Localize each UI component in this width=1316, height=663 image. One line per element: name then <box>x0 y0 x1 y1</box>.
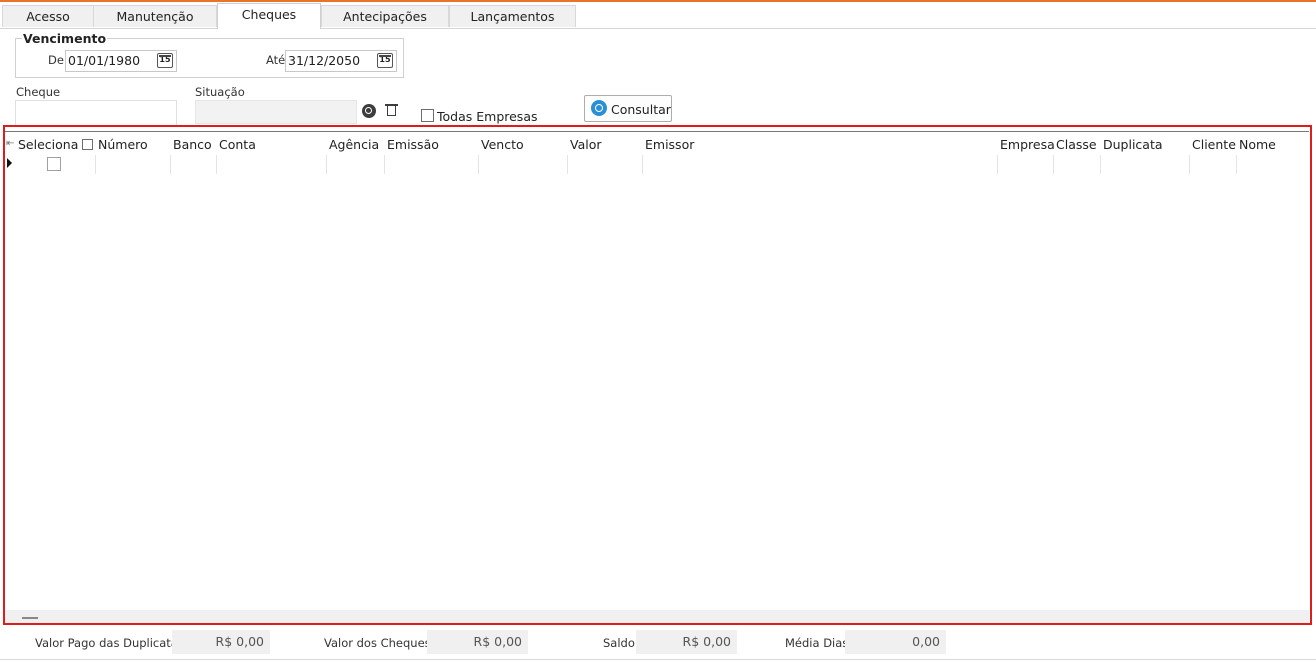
col-agencia[interactable]: Agência <box>329 137 379 152</box>
col-seleciona[interactable]: Seleciona <box>18 137 78 152</box>
de-label: De <box>48 53 64 67</box>
cell-separator <box>216 155 217 174</box>
todas-empresas-label: Todas Empresas <box>437 109 538 124</box>
col-numero[interactable]: Número <box>98 137 148 152</box>
select-all-checkbox[interactable] <box>82 139 93 150</box>
col-valor[interactable]: Valor <box>570 137 602 152</box>
row-select-checkbox[interactable] <box>47 157 61 171</box>
col-conta[interactable]: Conta <box>219 137 256 152</box>
trash-icon-body <box>387 106 396 116</box>
ate-date-field[interactable]: 31/12/2050 15 <box>285 50 397 72</box>
media-dias-value: 0,00 <box>845 630 946 654</box>
situacao-input[interactable] <box>195 100 357 124</box>
search-icon[interactable] <box>362 104 376 118</box>
cell-separator <box>1053 155 1054 174</box>
situacao-label: Situação <box>195 85 245 99</box>
saldo-label: Saldo <box>603 636 635 650</box>
calendar-icon[interactable]: 15 <box>157 53 173 68</box>
cheque-label: Cheque <box>16 85 61 99</box>
col-nome[interactable]: Nome <box>1239 137 1276 152</box>
scrollbar-thumb[interactable] <box>22 617 38 619</box>
calendar-icon[interactable]: 15 <box>377 53 393 68</box>
current-row-indicator <box>7 158 12 168</box>
tab-cheques[interactable]: Cheques <box>217 3 321 29</box>
cell-separator <box>1100 155 1101 174</box>
valor-cheques-value: R$ 0,00 <box>427 630 528 654</box>
de-date-field[interactable]: 01/01/1980 15 <box>65 50 177 72</box>
col-empresa[interactable]: Empresa <box>1000 137 1055 152</box>
resize-handle-icon[interactable]: ⇤ <box>6 138 14 149</box>
grid-top-divider <box>5 131 1309 132</box>
cell-separator <box>326 155 327 174</box>
cell-separator <box>478 155 479 174</box>
ate-date-value: 31/12/2050 <box>288 53 361 68</box>
vencimento-title: Vencimento <box>22 31 108 46</box>
bottom-divider <box>0 659 1316 660</box>
cell-separator <box>170 155 171 174</box>
tab-lancamentos[interactable]: Lançamentos <box>449 5 576 27</box>
media-dias-label: Média Dias <box>785 636 849 650</box>
cell-separator <box>567 155 568 174</box>
trash-icon[interactable] <box>385 103 399 117</box>
tab-manutencao[interactable]: Manutenção <box>93 5 217 27</box>
col-duplicata[interactable]: Duplicata <box>1103 137 1163 152</box>
consultar-label: Consultar <box>611 102 671 117</box>
cell-separator <box>642 155 643 174</box>
col-emissor[interactable]: Emissor <box>645 137 694 152</box>
valor-pago-value: R$ 0,00 <box>172 630 270 654</box>
valor-pago-label: Valor Pago das Duplicatas <box>35 636 184 650</box>
valor-cheques-label: Valor dos Cheques <box>324 636 431 650</box>
tab-antecipacoes[interactable]: Antecipações <box>321 5 449 27</box>
horizontal-scrollbar[interactable] <box>5 610 1309 623</box>
col-emissao[interactable]: Emissão <box>387 137 439 152</box>
cheques-grid <box>3 125 1312 625</box>
todas-empresas-checkbox[interactable] <box>421 109 434 122</box>
cell-separator <box>95 155 96 174</box>
col-banco[interactable]: Banco <box>173 137 212 152</box>
col-classe[interactable]: Classe <box>1056 137 1097 152</box>
ate-label: Até <box>266 53 286 67</box>
de-date-value: 01/01/1980 <box>68 53 141 68</box>
consultar-button[interactable]: Consultar <box>584 95 672 122</box>
cell-separator <box>1236 155 1237 174</box>
saldo-value: R$ 0,00 <box>636 630 737 654</box>
col-vencto[interactable]: Vencto <box>481 137 524 152</box>
tab-acesso[interactable]: Acesso <box>2 5 94 27</box>
search-icon <box>591 100 607 116</box>
col-cliente[interactable]: Cliente <box>1192 137 1236 152</box>
cheque-input[interactable] <box>15 100 177 126</box>
cell-separator <box>384 155 385 174</box>
tab-bar: Acesso Manutenção Cheques Antecipações L… <box>0 2 1316 29</box>
cell-separator <box>1189 155 1190 174</box>
cell-separator <box>997 155 998 174</box>
